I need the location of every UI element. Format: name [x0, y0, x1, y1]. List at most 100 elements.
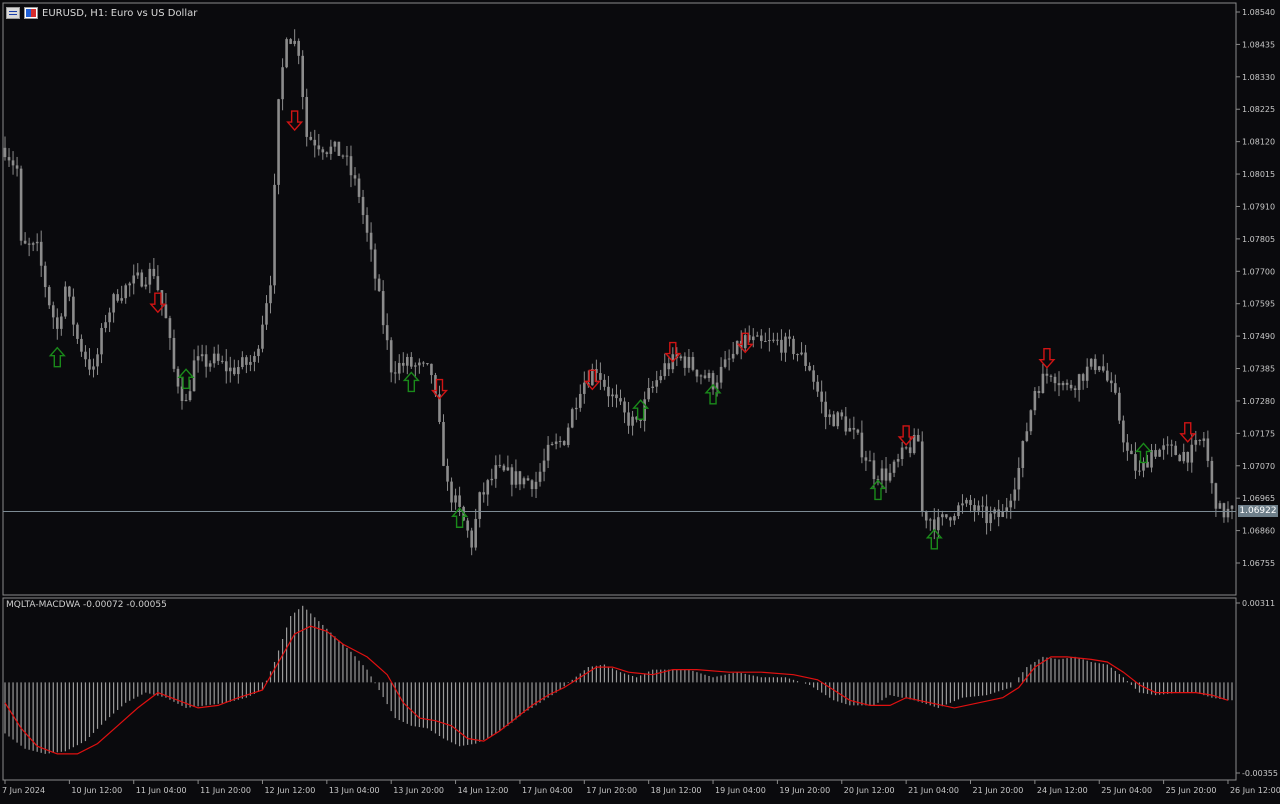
candle-body	[273, 184, 276, 286]
candle-body	[156, 276, 160, 291]
candle-body	[627, 412, 630, 426]
candle-body	[498, 465, 502, 467]
candle-body	[957, 505, 960, 517]
candle-body	[719, 366, 723, 383]
candle-body	[1085, 366, 1089, 381]
candle-body	[96, 354, 99, 367]
indicator-title: MQLTA-MACDWA -0.00072 -0.00055	[6, 600, 167, 610]
chart-canvas[interactable]: 1.08540 1.08435 1.08330 1.08225 1.08120 1.080…	[0, 0, 1280, 800]
main-chart-frame	[2, 2, 1237, 596]
buy-arrow-icon	[402, 371, 420, 393]
candle-body	[116, 294, 119, 301]
candle-body	[623, 401, 626, 413]
candle-body	[349, 156, 353, 176]
candle-body	[904, 447, 908, 449]
candle-body	[128, 283, 132, 286]
candle-body	[1202, 438, 1206, 441]
candle-body	[212, 353, 216, 364]
candle-body	[1122, 420, 1125, 443]
sell-arrow-icon	[1179, 422, 1197, 443]
candle-body	[1150, 450, 1153, 468]
candle-body	[1029, 410, 1033, 432]
candle-body	[566, 427, 570, 445]
price-axis-label: 1.07175	[1242, 429, 1275, 438]
candle-body	[727, 358, 731, 360]
candle-body	[989, 513, 992, 524]
candle-body	[478, 492, 482, 519]
candle-body	[422, 362, 425, 364]
candle-body	[542, 460, 546, 472]
candle-body	[502, 465, 506, 471]
candle-body	[1025, 431, 1029, 442]
candle-body	[120, 298, 123, 301]
candle-body	[1017, 467, 1021, 490]
price-axis-label: 1.06860	[1242, 527, 1275, 536]
candle-body	[965, 499, 968, 504]
candle-body	[245, 357, 248, 365]
candle-body	[530, 480, 534, 490]
candle-body	[522, 478, 526, 485]
candle-body	[1053, 376, 1057, 384]
symbol-flag-icon[interactable]	[24, 7, 38, 19]
candle-body	[1093, 358, 1097, 371]
candle-body	[64, 286, 67, 317]
candle-body	[655, 380, 659, 387]
candle-body	[237, 367, 240, 375]
candle-body	[1142, 461, 1145, 471]
candle-body	[615, 394, 618, 399]
candle-body	[937, 517, 940, 531]
candle-body	[152, 268, 156, 277]
candle-body	[397, 362, 401, 374]
candle-body	[333, 141, 337, 147]
candle-body	[414, 365, 417, 367]
chart-menu-icon[interactable]	[6, 7, 20, 19]
candle-body	[148, 268, 152, 285]
candle-body	[735, 340, 739, 354]
candle-body	[707, 373, 711, 379]
candle-body	[450, 481, 453, 503]
candle-body	[200, 354, 204, 357]
candle-body	[916, 434, 920, 442]
candle-body	[546, 444, 550, 461]
time-axis-label: 13 Jun 20:00	[393, 786, 444, 795]
candle-body	[184, 400, 188, 402]
candle-body	[920, 441, 924, 512]
candle-body	[261, 324, 264, 349]
candle-body	[840, 412, 844, 417]
time-axis-label: 17 Jun 04:00	[522, 786, 573, 795]
candle-body	[1049, 375, 1053, 377]
candle-body	[1081, 374, 1085, 381]
candle-body	[454, 495, 457, 503]
candle-body	[446, 465, 449, 482]
time-axis-label: 7 Jun 2024	[2, 786, 45, 795]
candle-body	[824, 401, 827, 418]
candle-body	[1190, 444, 1194, 463]
candle-body	[88, 359, 91, 370]
time-axis-label: 17 Jun 20:00	[586, 786, 637, 795]
candle-body	[900, 447, 904, 460]
price-axis: 1.08540 1.08435 1.08330 1.08225 1.08120 1.080…	[1236, 8, 1275, 568]
candle-body	[981, 505, 984, 507]
candle-body	[15, 165, 19, 169]
candle-body	[11, 160, 15, 166]
candle-body	[554, 441, 558, 444]
sell-arrow-icon	[1038, 348, 1056, 369]
price-axis-label: 1.08225	[1242, 105, 1275, 114]
candle-body	[55, 317, 59, 329]
price-axis-label: 1.08330	[1242, 73, 1275, 82]
candle-body	[196, 356, 200, 361]
candle-body	[973, 505, 976, 511]
candle-body	[7, 157, 11, 161]
candle-body	[257, 348, 260, 357]
candle-body	[1222, 503, 1226, 518]
candle-body	[977, 505, 980, 511]
candle-body	[961, 503, 964, 506]
candle-body	[828, 414, 832, 418]
candle-body	[494, 465, 498, 479]
candle-body	[776, 339, 779, 341]
price-axis-label: 1.08120	[1242, 138, 1275, 147]
candle-body	[112, 294, 115, 313]
candle-body	[1013, 489, 1017, 501]
candle-body	[317, 145, 321, 150]
candle-body	[361, 196, 365, 216]
